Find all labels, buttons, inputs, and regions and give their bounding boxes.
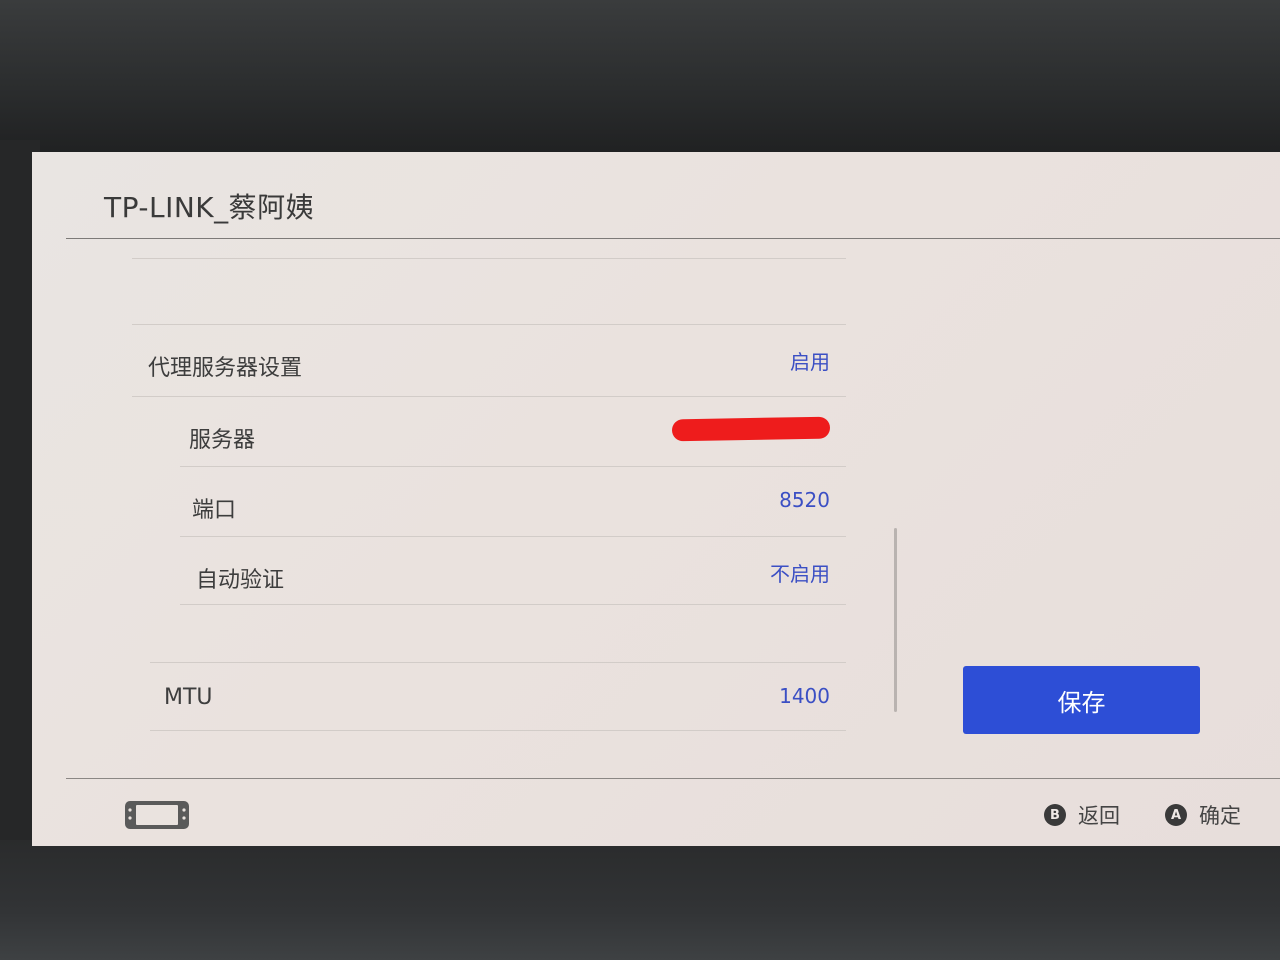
- page-title: TP-LINK_蔡阿姨: [104, 191, 315, 224]
- a-button-icon: A: [1165, 804, 1187, 826]
- redaction-mark: [671, 416, 831, 442]
- device-bezel-top: [0, 0, 1280, 160]
- handheld-console-icon: [124, 800, 190, 830]
- proxy-settings-label[interactable]: 代理服务器设置: [148, 350, 302, 382]
- port-value[interactable]: 8520: [779, 488, 830, 512]
- auto-auth-value[interactable]: 不启用: [770, 558, 830, 587]
- row-divider: [150, 730, 846, 731]
- mtu-value[interactable]: 1400: [779, 684, 830, 708]
- row-divider: [132, 396, 846, 397]
- mtu-label[interactable]: MTU: [164, 685, 213, 710]
- back-hint[interactable]: B 返回: [1044, 800, 1120, 830]
- b-button-icon: B: [1044, 804, 1066, 826]
- row-divider: [132, 324, 846, 325]
- footer-divider: [66, 778, 1280, 779]
- scrollbar[interactable]: [894, 528, 897, 712]
- row-divider: [180, 466, 846, 467]
- confirm-label: 确定: [1199, 804, 1241, 828]
- row-divider: [180, 536, 846, 537]
- proxy-settings-value[interactable]: 启用: [790, 346, 830, 375]
- row-divider: [150, 662, 846, 663]
- row-divider: [132, 258, 846, 259]
- header-divider: [66, 238, 1280, 239]
- port-label[interactable]: 端口: [192, 492, 236, 524]
- row-divider: [180, 604, 846, 605]
- auto-auth-label[interactable]: 自动验证: [196, 562, 284, 594]
- confirm-hint[interactable]: A 确定: [1165, 800, 1241, 830]
- server-label[interactable]: 服务器: [189, 422, 255, 454]
- device-bezel-bottom: [0, 840, 1280, 960]
- save-button[interactable]: 保存: [963, 666, 1200, 734]
- settings-screen: TP-LINK_蔡阿姨 代理服务器设置 启用 服务器 端口 8520 自动验证 …: [32, 152, 1280, 846]
- back-label: 返回: [1078, 804, 1120, 828]
